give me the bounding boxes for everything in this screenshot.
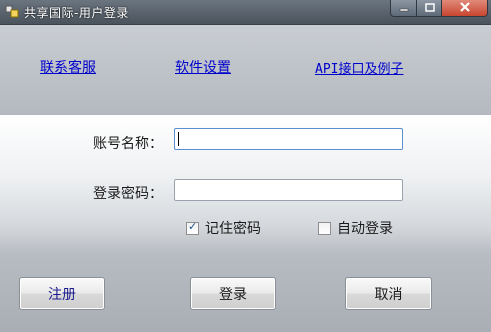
remember-password-checkbox[interactable]: ✓ 记住密码 <box>186 218 261 238</box>
close-button[interactable] <box>441 0 488 17</box>
remember-password-label: 记住密码 <box>205 221 261 237</box>
password-label: 登录密码： <box>93 186 163 202</box>
title-bar[interactable]: 共享国际-用户登录 <box>0 0 491 25</box>
login-button[interactable]: 登录 <box>190 277 276 310</box>
minimize-button[interactable] <box>390 0 418 17</box>
minimize-icon <box>399 0 409 16</box>
app-icon <box>5 4 19 18</box>
cancel-button[interactable]: 取消 <box>345 277 432 310</box>
auto-login-checkbox[interactable]: 自动登录 <box>318 218 393 238</box>
check-icon: ✓ <box>188 219 198 233</box>
password-input[interactable] <box>174 179 403 201</box>
register-button[interactable]: 注册 <box>19 277 105 310</box>
account-input[interactable] <box>174 128 403 150</box>
contact-service-link[interactable]: 联系客服 <box>40 57 96 77</box>
text-cursor <box>178 132 179 146</box>
account-label: 账号名称： <box>93 136 163 152</box>
links-area: 联系客服 软件设置 API接口及例子 <box>0 25 491 115</box>
button-bar: 注册 登录 取消 <box>0 255 491 332</box>
auto-login-label: 自动登录 <box>337 221 393 237</box>
auto-login-box[interactable] <box>318 221 331 235</box>
window-title: 共享国际-用户登录 <box>24 6 129 20</box>
login-window: 共享国际-用户登录 联系客服 软件设置 API接口及例子 账号名称： 登录密码： <box>0 0 491 332</box>
software-settings-link[interactable]: 软件设置 <box>175 57 231 77</box>
maximize-button[interactable] <box>416 0 443 17</box>
maximize-icon <box>424 0 435 16</box>
close-icon <box>459 0 471 16</box>
remember-password-box[interactable]: ✓ <box>186 219 199 235</box>
login-form: 账号名称： 登录密码： ✓ 记住密码 自动登录 <box>0 115 491 255</box>
api-examples-link[interactable]: API接口及例子 <box>315 58 403 77</box>
